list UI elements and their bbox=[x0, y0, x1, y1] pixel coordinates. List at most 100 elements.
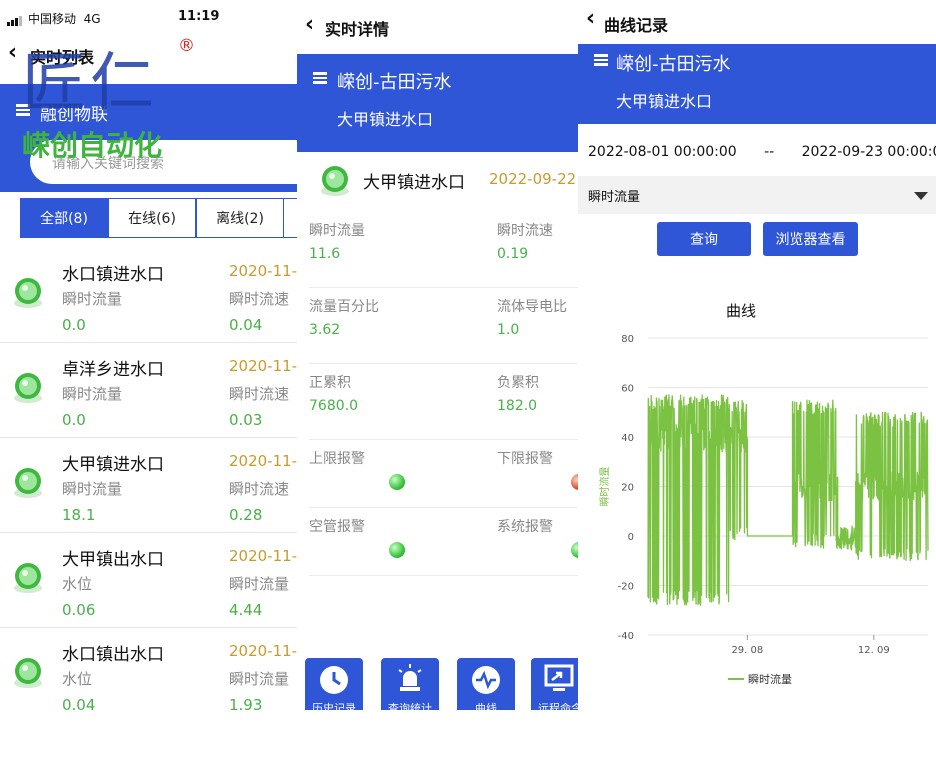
alarm-status-dot-icon bbox=[571, 474, 578, 490]
curve-label: 曲线 bbox=[475, 702, 497, 710]
y-tick-label: 0 bbox=[628, 532, 634, 543]
metric-value: 1.0 bbox=[497, 322, 520, 338]
back-chevron-icon[interactable]: ‹ bbox=[8, 40, 17, 65]
metric-label: 流量百分比 bbox=[309, 299, 379, 315]
browser-view-button[interactable]: 浏览器查看 bbox=[763, 222, 858, 256]
device-date: 2020-11-1 bbox=[229, 357, 297, 375]
menu-icon[interactable] bbox=[313, 72, 327, 84]
metric-label-2: 瞬时流速 bbox=[229, 290, 290, 308]
site-banner: 嵘创-古田污水 大甲镇进水口 bbox=[297, 54, 578, 152]
nav-bar: ‹ 曲线记录 bbox=[578, 6, 936, 42]
legend-label: 瞬时流量 bbox=[748, 672, 792, 686]
banner-subtitle: 大甲镇进水口 bbox=[337, 110, 434, 129]
alarm-label: 系统报警 bbox=[497, 519, 553, 535]
banner-title: 嵘创-古田污水 bbox=[337, 72, 452, 93]
dropdown-arrow-icon bbox=[914, 192, 928, 200]
banner-subtitle: 大甲镇进水口 bbox=[616, 92, 713, 111]
back-chevron-icon[interactable]: ‹ bbox=[586, 6, 595, 31]
history-button[interactable]: 历史记录 bbox=[305, 658, 363, 710]
flow-line-chart: -40 -20 0 20 40 60 80 瞬时流量 29. 08 12. 09 瞬时流量 bbox=[598, 334, 929, 686]
metric-label-1: 瞬时流量 bbox=[62, 290, 123, 308]
device-date: 2020-11-1 bbox=[229, 262, 297, 280]
device-row[interactable]: 大甲镇进水口 2020-11-1 瞬时流量 瞬时流速 18.1 0.28 bbox=[0, 438, 297, 533]
registered-mark: ® bbox=[178, 36, 195, 56]
device-row[interactable]: 水口镇进水口 2020-11-1 瞬时流量 瞬时流速 0.0 0.04 bbox=[0, 248, 297, 343]
query-button[interactable]: 查询 bbox=[657, 222, 751, 256]
device-row[interactable]: 水口镇出水口 2020-11-1 水位 瞬时流量 0.04 1.93 bbox=[0, 628, 297, 710]
device-name: 大甲镇出水口 bbox=[62, 550, 164, 570]
end-date-field[interactable]: 2022-09-23 00:00:00 bbox=[802, 144, 936, 160]
metric-label-1: 水位 bbox=[62, 670, 93, 688]
metric-value-1: 0.04 bbox=[62, 696, 96, 710]
monitor-icon bbox=[544, 664, 574, 691]
curve-button[interactable]: 曲线 bbox=[457, 658, 515, 710]
metric-value: 11.6 bbox=[309, 246, 341, 262]
alarm-status-dot-icon bbox=[571, 542, 578, 558]
alarm-label: 空管报警 bbox=[309, 519, 365, 535]
device-header: 大甲镇进水口 2022-09-22 bbox=[297, 156, 578, 208]
chart-title: 曲线 bbox=[726, 302, 757, 320]
metric-label: 负累积 bbox=[497, 375, 539, 391]
online-status-icon bbox=[14, 658, 42, 688]
y-tick-label: 40 bbox=[621, 433, 634, 444]
metric-value: 0.19 bbox=[497, 246, 529, 262]
page-title: 实时详情 bbox=[325, 20, 390, 39]
clock: 11:19 bbox=[178, 9, 220, 24]
tab-online[interactable]: 在线(6) bbox=[108, 198, 196, 238]
metric-label-2: 瞬时流量 bbox=[229, 670, 290, 688]
y-tick-label: 20 bbox=[621, 483, 634, 494]
metric-cell: 流体导电比 1.0 bbox=[497, 288, 578, 364]
tab-all[interactable]: 全部(8) bbox=[20, 198, 108, 238]
metric-label-1: 水位 bbox=[62, 575, 93, 593]
metric-value: 3.62 bbox=[309, 322, 341, 338]
remote-command-button[interactable]: 远程命令 bbox=[531, 658, 578, 710]
online-status-icon bbox=[14, 278, 42, 308]
device-date: 2020-11-1 bbox=[229, 642, 297, 660]
device-name: 大甲镇进水口 bbox=[62, 455, 164, 475]
metric-label-1: 瞬时流量 bbox=[62, 385, 123, 403]
metric-cell: 流量百分比 3.62 bbox=[309, 288, 497, 364]
y-tick-label: 80 bbox=[621, 334, 634, 345]
statistics-label: 查询统计 bbox=[388, 702, 432, 710]
history-label: 历史记录 bbox=[312, 702, 356, 710]
alarm-cell: 系统报警 bbox=[497, 508, 578, 576]
device-date: 2022-09-22 bbox=[489, 170, 577, 188]
device-date: 2020-11-1 bbox=[229, 547, 297, 565]
carrier-label: 中国移动 4G bbox=[28, 12, 101, 26]
metric-value-2: 0.04 bbox=[229, 316, 263, 334]
curve-screen: ‹ 曲线记录 嵘创-古田污水 大甲镇进水口 2022-08-01 00:00:0… bbox=[578, 0, 936, 710]
start-date-field[interactable]: 2022-08-01 00:00:00 bbox=[588, 144, 737, 160]
metric-label-2: 瞬时流速 bbox=[229, 385, 290, 403]
menu-icon[interactable] bbox=[594, 54, 608, 66]
filter-tabs: 全部(8) 在线(6) 离线(2) bbox=[20, 198, 297, 238]
online-status-icon bbox=[14, 373, 42, 403]
detail-screen: ‹ 实时详情 嵘创-古田污水 大甲镇进水口 大甲镇进水口 2022-09-22 … bbox=[297, 0, 578, 710]
device-name: 水口镇进水口 bbox=[62, 265, 164, 285]
tab-offline[interactable]: 离线(2) bbox=[196, 198, 284, 238]
metric-label: 瞬时流速 bbox=[497, 223, 553, 239]
device-row[interactable]: 卓洋乡进水口 2020-11-1 瞬时流量 瞬时流速 0.0 0.03 bbox=[0, 343, 297, 438]
y-tick-label: 60 bbox=[621, 384, 634, 395]
clock-icon bbox=[320, 666, 348, 694]
date-range: 2022-08-01 00:00:00 -- 2022-09-23 00:00:… bbox=[588, 144, 936, 160]
list-screen: 中国移动 4G 11:19 ‹ 实时列表 融创物联 请输入关键词搜索 全部(8)… bbox=[0, 0, 297, 710]
metric-label-1: 瞬时流量 bbox=[62, 480, 123, 498]
statistics-button[interactable]: 查询统计 bbox=[381, 658, 439, 710]
metric-value-2: 0.03 bbox=[229, 411, 263, 429]
status-bar: 中国移动 4G 11:19 bbox=[0, 0, 297, 34]
device-row[interactable]: 大甲镇出水口 2020-11-1 水位 瞬时流量 0.06 4.44 bbox=[0, 533, 297, 628]
online-status-icon bbox=[14, 563, 42, 593]
metric-select[interactable]: 瞬时流量 bbox=[578, 176, 936, 214]
online-status-icon bbox=[321, 166, 349, 196]
metric-value-2: 0.28 bbox=[229, 506, 263, 524]
metric-cell: 正累积 7680.0 bbox=[309, 364, 497, 440]
alarm-status-dot-icon bbox=[389, 542, 405, 558]
alarm-label: 上限报警 bbox=[309, 451, 365, 467]
tab-overflow[interactable] bbox=[284, 198, 297, 238]
y-axis-label: 瞬时流量 bbox=[598, 467, 611, 507]
remote-command-label: 远程命令 bbox=[538, 702, 578, 710]
watermark-company: 嵘创自动化 bbox=[22, 129, 163, 162]
alarm-cell: 空管报警 bbox=[309, 508, 497, 576]
back-chevron-icon[interactable]: ‹ bbox=[305, 12, 314, 37]
metric-label-2: 瞬时流量 bbox=[229, 575, 290, 593]
